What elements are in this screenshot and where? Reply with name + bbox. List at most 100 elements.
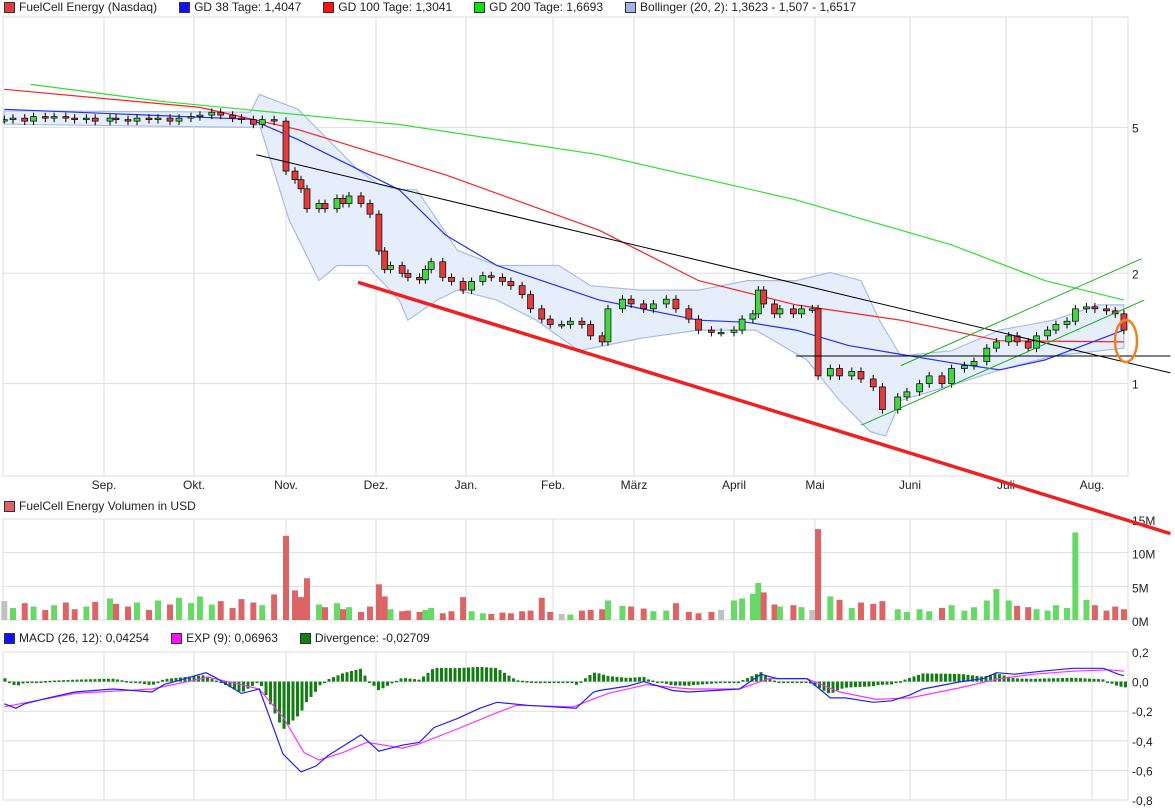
volume-bar xyxy=(578,610,585,620)
divergence-bar xyxy=(705,681,709,685)
candle xyxy=(187,116,195,119)
candle xyxy=(375,213,383,252)
divergence-bar xyxy=(1034,678,1037,682)
candle xyxy=(282,120,290,172)
divergence-bar xyxy=(1047,678,1051,682)
divergence-bar xyxy=(314,681,317,692)
volume-bar xyxy=(739,598,746,620)
candle xyxy=(1072,308,1079,322)
divergence-bar xyxy=(548,681,551,684)
divergence-bar xyxy=(867,681,871,687)
volume-bar xyxy=(857,602,864,620)
y-tick-label: 2 xyxy=(1132,267,1139,281)
divergence-bar xyxy=(440,667,443,682)
candle xyxy=(538,308,546,320)
divergence-bar xyxy=(732,681,736,684)
candle xyxy=(416,276,423,281)
volume-bar xyxy=(259,605,266,620)
volume-bar xyxy=(283,535,289,620)
divergence-bar xyxy=(1056,678,1060,682)
volume-bar xyxy=(815,529,822,620)
volume-tick-label: 0M xyxy=(1132,615,1149,629)
candle xyxy=(357,195,365,204)
candle xyxy=(546,318,554,325)
volume-bar xyxy=(1014,605,1021,620)
candle xyxy=(685,308,693,320)
divergence-bar xyxy=(494,668,497,682)
candle xyxy=(366,203,374,215)
divergence-bar xyxy=(116,679,119,682)
divergence-bar xyxy=(606,676,610,682)
candle xyxy=(381,250,389,270)
candle xyxy=(487,275,495,278)
divergence-bar xyxy=(462,667,466,682)
divergence-bar xyxy=(8,681,11,684)
divergence-bar xyxy=(831,681,835,693)
volume-tick-label: 10M xyxy=(1132,548,1155,562)
divergence-bar xyxy=(651,680,655,683)
divergence-bar xyxy=(665,681,668,684)
volume-bar xyxy=(499,612,506,620)
divergence-bar xyxy=(962,674,965,682)
candle xyxy=(479,275,487,282)
volume-bar xyxy=(113,603,119,620)
candle xyxy=(848,371,856,377)
divergence-bar xyxy=(143,681,146,685)
volume-bar xyxy=(749,593,756,620)
divergence-bar xyxy=(1065,677,1069,682)
candle xyxy=(154,117,162,120)
divergence-bar xyxy=(521,680,524,683)
volume-bar xyxy=(51,605,58,620)
divergence-bar xyxy=(737,681,740,684)
volume-bar xyxy=(422,609,429,620)
candle xyxy=(3,119,8,122)
divergence-bar xyxy=(1074,677,1078,682)
divergence-bar xyxy=(458,668,461,682)
candle xyxy=(717,332,725,335)
volume-bar xyxy=(983,600,990,620)
divergence-bar xyxy=(953,673,956,682)
divergence-bar xyxy=(426,672,430,682)
divergence-bar xyxy=(602,674,605,682)
divergence-bar xyxy=(1083,678,1087,682)
divergence-bar xyxy=(939,673,943,682)
divergence-bar xyxy=(768,679,772,682)
volume-bar xyxy=(1,601,8,620)
divergence-bar xyxy=(467,667,470,682)
candle xyxy=(404,272,412,278)
divergence-bar xyxy=(701,681,704,685)
candle xyxy=(619,298,626,310)
volume-bar xyxy=(547,611,554,620)
volume-bar xyxy=(961,610,968,620)
divergence-bar xyxy=(152,681,155,685)
volume-bar xyxy=(217,601,224,620)
candle xyxy=(527,294,534,310)
volume-bar xyxy=(650,611,657,620)
divergence-bar xyxy=(1038,678,1042,682)
volume-bar xyxy=(375,584,382,620)
divergence-bar xyxy=(620,677,623,682)
candle xyxy=(468,281,475,291)
volume-bar xyxy=(827,596,834,620)
divergence-bar xyxy=(669,681,673,686)
x-tick-label: Okt. xyxy=(183,478,205,492)
candle xyxy=(836,368,843,377)
divergence-bar xyxy=(552,681,556,684)
divergence-bar xyxy=(912,676,916,682)
volume-bar xyxy=(146,609,152,620)
divergence-bar xyxy=(3,678,7,682)
volume-bar xyxy=(771,604,778,620)
candle xyxy=(961,365,968,369)
divergence-bar xyxy=(309,681,313,697)
volume-bar xyxy=(1072,532,1079,620)
volume-bar xyxy=(229,607,236,620)
volume-bar xyxy=(971,607,977,620)
divergence-bar xyxy=(161,679,164,682)
volume-bar xyxy=(879,601,886,620)
divergence-bar xyxy=(215,680,218,683)
candle xyxy=(238,117,245,120)
candle xyxy=(124,119,132,122)
divergence-bar xyxy=(260,681,263,687)
volume-bar xyxy=(1083,599,1090,620)
divergence-bar xyxy=(588,674,592,682)
